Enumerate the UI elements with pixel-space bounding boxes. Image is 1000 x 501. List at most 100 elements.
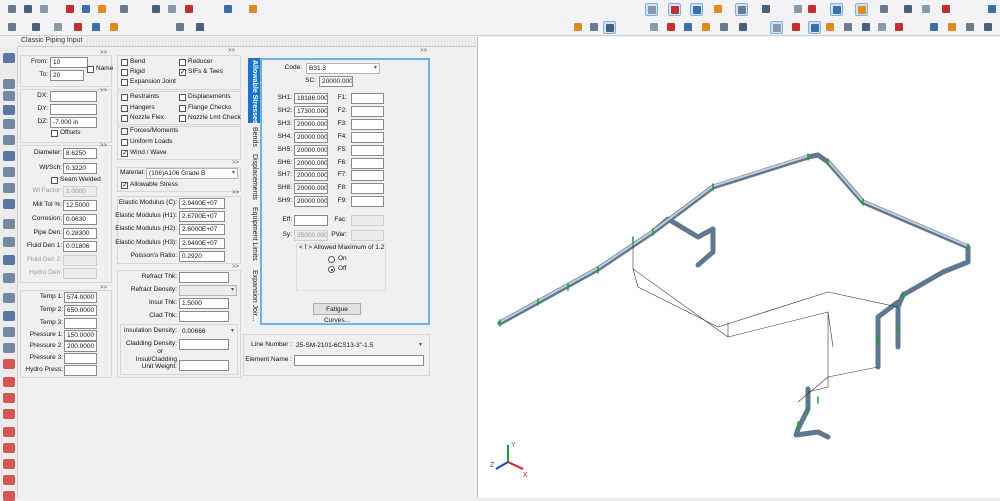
sh2-input[interactable]: 17300.000: [294, 105, 328, 117]
expand-more-button[interactable]: >>: [420, 48, 427, 54]
toolbar-icon[interactable]: [6, 3, 19, 16]
toolbar-icon[interactable]: [718, 21, 731, 34]
toolbar-icon[interactable]: [166, 3, 179, 16]
tool-strip-icon[interactable]: [3, 343, 15, 353]
toolbar-icon[interactable]: [64, 3, 77, 16]
checkbox-flange-checks[interactable]: [179, 105, 186, 112]
tool-strip-icon[interactable]: [3, 119, 15, 129]
sh5-input[interactable]: 20000.000: [294, 144, 328, 156]
unit-weight-input[interactable]: [179, 360, 229, 371]
wtsch-input[interactable]: 0.3220: [63, 163, 97, 174]
toolbar-icon[interactable]: [174, 21, 187, 34]
checkbox-uniform-loads[interactable]: [121, 139, 128, 146]
tab-expansion-joir-[interactable]: Expansion Joir...: [248, 268, 260, 325]
toolbar-icon[interactable]: [946, 21, 959, 34]
poisson-input[interactable]: 0.2920: [179, 251, 225, 262]
toolbar-icon[interactable]: [737, 21, 750, 34]
toolbar-icon[interactable]: [6, 21, 19, 34]
checkbox-reducer[interactable]: [179, 59, 186, 66]
tool-strip-icon[interactable]: [3, 135, 15, 145]
tool-strip-icon[interactable]: [3, 167, 15, 177]
fac-input[interactable]: [351, 215, 384, 226]
h1-input[interactable]: 2.6700E+07: [179, 211, 225, 222]
toolbar-icon[interactable]: [118, 3, 131, 16]
checkbox-wind-wave[interactable]: ✓: [121, 150, 128, 157]
f5-input[interactable]: [351, 144, 384, 156]
c-input[interactable]: 2.9400E+07: [179, 198, 225, 209]
sc-input[interactable]: 20000.000: [319, 76, 353, 87]
toolbar-icon[interactable]: [682, 21, 695, 34]
clad-thk-input[interactable]: [179, 311, 229, 322]
toolbar-icon[interactable]: [90, 21, 103, 34]
tool-strip-icon[interactable]: [3, 459, 15, 469]
expand-more-button[interactable]: >>: [100, 143, 107, 149]
p3-input[interactable]: [64, 353, 97, 364]
toolbar-icon[interactable]: [38, 3, 51, 16]
toolbar-icon[interactable]: [855, 3, 868, 16]
temp3-input[interactable]: [64, 318, 97, 329]
fluid1-input[interactable]: 0.01806: [63, 241, 97, 252]
element-name-input[interactable]: [294, 355, 424, 366]
to-input[interactable]: 20: [50, 70, 84, 81]
toolbar-icon[interactable]: [712, 3, 725, 16]
tab-equipment-limits[interactable]: Equipment Limits: [248, 205, 260, 265]
expand-more-button[interactable]: >>: [232, 264, 239, 270]
checkbox-nozzle-lmt-check[interactable]: [179, 115, 186, 122]
toolbar-icon[interactable]: [247, 3, 260, 16]
tool-strip-icon[interactable]: [3, 293, 15, 303]
toolbar-icon[interactable]: [928, 21, 941, 34]
toolbar-icon[interactable]: [893, 21, 906, 34]
toolbar-icon[interactable]: [665, 21, 678, 34]
tab-bends[interactable]: Bends: [248, 125, 260, 150]
toolbar-icon[interactable]: [80, 3, 93, 16]
seam-welded-checkbox[interactable]: [51, 177, 58, 184]
toolbar-icon[interactable]: [770, 21, 783, 34]
tool-strip-icon[interactable]: [3, 255, 15, 265]
toolbar-icon[interactable]: [668, 3, 681, 16]
checkbox-hangers[interactable]: [121, 105, 128, 112]
tool-strip-icon[interactable]: [3, 53, 15, 63]
toolbar-icon[interactable]: [222, 3, 235, 16]
toolbar-icon[interactable]: [603, 21, 616, 34]
toolbar-icon[interactable]: [878, 3, 891, 16]
toolbar-icon[interactable]: [648, 21, 661, 34]
dy-input[interactable]: [50, 104, 97, 115]
sh6-input[interactable]: 20000.000: [294, 157, 328, 169]
expand-more-button[interactable]: >>: [100, 50, 107, 56]
tool-strip-icon[interactable]: [3, 219, 15, 229]
tool-strip-icon[interactable]: [3, 377, 15, 387]
diameter-input[interactable]: 8.6250: [63, 148, 97, 159]
toolbar-icon[interactable]: [842, 21, 855, 34]
toolbar-icon[interactable]: [30, 21, 43, 34]
checkbox-sifs-tees[interactable]: ✓: [179, 69, 186, 76]
tool-strip-icon[interactable]: [3, 491, 15, 501]
cladding-density-input[interactable]: [179, 339, 229, 350]
insulation-density-dropdown[interactable]: 0.00666: [179, 326, 237, 337]
f2-input[interactable]: [351, 105, 384, 117]
toolbar-icon[interactable]: [808, 21, 821, 34]
tool-strip-icon[interactable]: [3, 79, 15, 89]
dx-input[interactable]: [50, 91, 97, 102]
toolbar-icon[interactable]: [700, 21, 713, 34]
toolbar-icon[interactable]: [940, 3, 953, 16]
tool-strip-icon[interactable]: [3, 427, 15, 437]
toolbar-icon[interactable]: [108, 21, 121, 34]
toolbar-icon[interactable]: [22, 3, 35, 16]
f1-input[interactable]: [351, 93, 384, 104]
tool-strip-icon[interactable]: [3, 183, 15, 193]
name-checkbox[interactable]: [87, 66, 94, 73]
line-number-dropdown[interactable]: 25-SM-2101-6CS13-3"-1.5: [293, 340, 425, 351]
toolbar-icon[interactable]: [96, 3, 109, 16]
tab-displacements[interactable]: Displacements: [248, 152, 260, 202]
pipeden-input[interactable]: 0.28300: [63, 228, 97, 239]
toolbar-icon[interactable]: [150, 3, 163, 16]
eff-input[interactable]: [294, 215, 328, 226]
tool-strip-icon[interactable]: [3, 393, 15, 403]
expand-more-button[interactable]: >>: [100, 285, 107, 291]
p1-input[interactable]: 150.0000: [64, 330, 97, 341]
temp2-input[interactable]: 650.0000: [64, 305, 97, 316]
checkbox-forces-moments[interactable]: [121, 128, 128, 135]
toolbar-icon[interactable]: [735, 3, 748, 16]
expand-more-button[interactable]: >>: [232, 160, 239, 166]
toolbar-icon[interactable]: [194, 21, 207, 34]
